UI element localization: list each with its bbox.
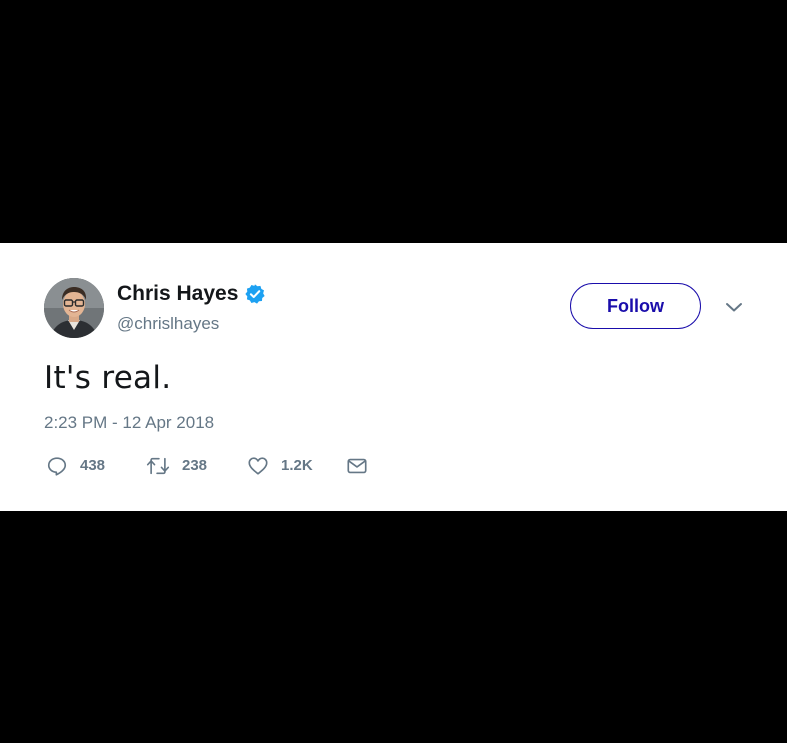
- reply-count: 438: [80, 457, 106, 474]
- retweet-icon: [146, 457, 170, 475]
- envelope-icon: [347, 458, 367, 474]
- tweet-timestamp[interactable]: 2:23 PM - 12 Apr 2018: [44, 412, 214, 434]
- like-count: 1.2K: [281, 457, 313, 474]
- author-handle[interactable]: @chrislhayes: [117, 313, 219, 335]
- chevron-down-icon: [726, 303, 742, 312]
- heart-icon: [248, 457, 268, 475]
- retweet-count: 238: [182, 457, 208, 474]
- avatar-image: [44, 278, 104, 338]
- verified-badge-icon: [244, 283, 266, 305]
- follow-button[interactable]: Follow: [570, 283, 701, 329]
- author-display-name[interactable]: Chris Hayes: [117, 281, 238, 307]
- reply-icon: [47, 457, 67, 476]
- bottom-black-band: [0, 511, 787, 743]
- tweet-text: It's real.: [44, 360, 172, 396]
- reply-button[interactable]: 438: [46, 455, 146, 477]
- avatar[interactable]: [44, 278, 104, 338]
- top-black-band: [0, 0, 787, 243]
- tweet-actions: 438 238 1.2K: [46, 454, 368, 478]
- author-name-row: Chris Hayes: [117, 281, 266, 307]
- direct-message-button[interactable]: [346, 455, 368, 477]
- tweet-card: Chris Hayes @chrislhayes Follow It's rea…: [0, 243, 787, 511]
- like-button[interactable]: 1.2K: [247, 455, 346, 477]
- retweet-button[interactable]: 238: [146, 455, 247, 477]
- tweet-menu-button[interactable]: [722, 297, 746, 317]
